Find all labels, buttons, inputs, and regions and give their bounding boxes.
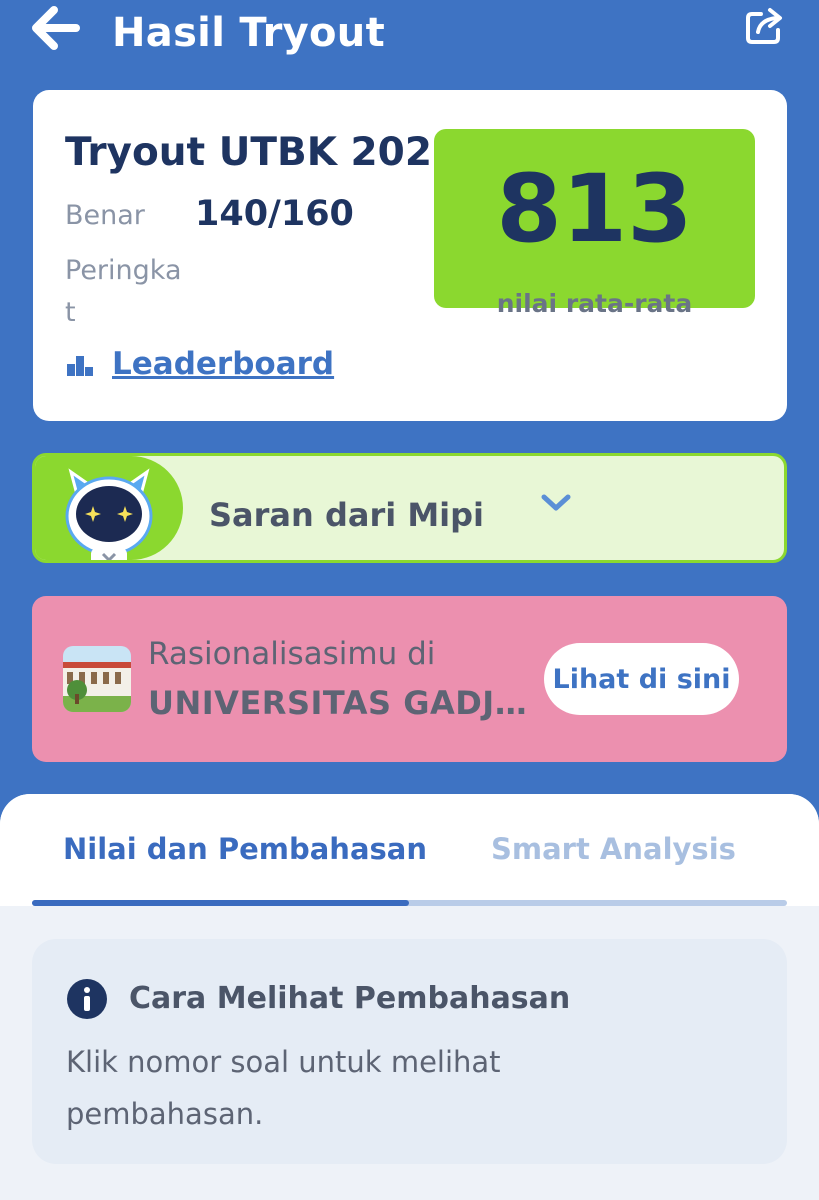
share-button[interactable]: [744, 6, 786, 46]
campus-image: [63, 646, 131, 712]
app-header: Hasil Tryout: [0, 0, 819, 80]
tab-bar: Nilai dan Pembahasan Smart Analysis: [0, 794, 819, 906]
rationalization-card: Rasionalisasimu di UNIVERSITAS GADJAH MA…: [32, 596, 787, 762]
mipi-label: Saran dari Mipi: [209, 496, 485, 534]
see-here-button[interactable]: Lihat di sini: [544, 643, 739, 715]
rank-label: Peringkat: [65, 255, 182, 328]
score-card: Tryout UTBK 2026 Benar 140/160 Peringkat…: [33, 90, 787, 421]
info-card: Cara Melihat Pembahasan Klik nomor soal …: [32, 939, 787, 1164]
arrow-left-icon: [32, 6, 80, 50]
info-title: Cara Melihat Pembahasan: [129, 981, 571, 1016]
leaderboard-link[interactable]: Leaderboard: [112, 346, 334, 382]
info-body: Klik nomor soal untuk melihat pembahasan…: [66, 1045, 501, 1131]
back-button[interactable]: [32, 6, 82, 50]
info-icon: [67, 979, 107, 1019]
score-box: 813: [434, 129, 755, 308]
score-caption: nilai rata-rata: [496, 289, 693, 318]
correct-value: 140/160: [195, 194, 354, 234]
mipi-robot-icon: [65, 468, 153, 560]
score-value: 813: [496, 155, 693, 264]
chevron-down-icon: [541, 494, 571, 511]
rationalization-text: Rasionalisasimu di: [148, 636, 436, 672]
results-sheet: Nilai dan Pembahasan Smart Analysis Cara…: [0, 794, 819, 1200]
tab-active-indicator: [32, 900, 409, 906]
tryout-name: Tryout UTBK 2026: [65, 130, 460, 175]
share-icon: [746, 8, 782, 44]
page-title: Hasil Tryout: [112, 10, 385, 56]
tab-smart-analysis[interactable]: Smart Analysis: [491, 832, 736, 866]
podium-icon: [67, 356, 93, 376]
mipi-suggestion-card[interactable]: Saran dari Mipi: [32, 453, 787, 563]
tab-nilai-dan-pembahasan[interactable]: Nilai dan Pembahasan: [63, 832, 427, 866]
correct-label: Benar: [65, 200, 145, 231]
university-name: UNIVERSITAS GADJAH MADA: [148, 684, 548, 722]
